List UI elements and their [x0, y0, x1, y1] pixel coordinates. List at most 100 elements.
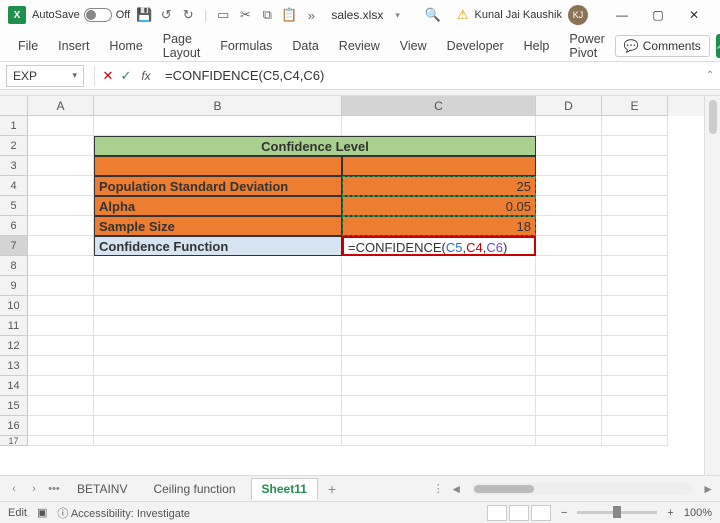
sheet-more-icon[interactable]: ••• — [46, 483, 62, 495]
col-header-a[interactable]: A — [28, 96, 94, 116]
tab-view[interactable]: View — [390, 33, 437, 59]
col-header-b[interactable]: B — [94, 96, 342, 116]
touch-icon[interactable]: ▭ — [215, 7, 231, 23]
cancel-icon[interactable]: ✕ — [99, 68, 117, 84]
cell-c4[interactable]: 25 — [342, 176, 536, 196]
copy-icon[interactable]: ⧉ — [259, 7, 275, 23]
cell-b6[interactable]: Sample Size — [94, 216, 342, 236]
row-header[interactable]: 13 — [0, 356, 28, 376]
spreadsheet-grid[interactable]: A B C D E 1 2 Confidence Level 3 4 Populat… — [0, 96, 704, 475]
cell[interactable] — [342, 156, 536, 176]
zoom-level[interactable]: 100% — [684, 507, 712, 519]
row-header[interactable]: 14 — [0, 376, 28, 396]
cell-c6[interactable]: 18 — [342, 216, 536, 236]
row-header[interactable]: 10 — [0, 296, 28, 316]
row-header[interactable]: 2 — [0, 136, 28, 156]
sheet-prev-icon[interactable]: ‹ — [6, 483, 22, 495]
sheet-tab[interactable]: Ceiling function — [142, 478, 246, 500]
row-header[interactable]: 5 — [0, 196, 28, 216]
tab-home[interactable]: Home — [99, 33, 152, 59]
row-header[interactable]: 6 — [0, 216, 28, 236]
warning-icon: ⚠ — [457, 7, 469, 23]
formula-input[interactable]: =CONFIDENCE(C5,C4,C6) — [157, 68, 700, 83]
save-icon[interactable]: 💾 — [136, 7, 152, 23]
sheet-next-icon[interactable]: › — [26, 483, 42, 495]
cell-c7-editing[interactable]: =CONFIDENCE(C5,C4,C6) — [342, 236, 536, 256]
search-icon[interactable]: 🔍 — [425, 7, 441, 23]
fx-icon[interactable]: fx — [135, 69, 157, 83]
normal-view-button[interactable] — [487, 505, 507, 521]
row-header[interactable]: 3 — [0, 156, 28, 176]
row-header[interactable]: 17 — [0, 436, 28, 446]
cell-b5[interactable]: Alpha — [94, 196, 342, 216]
row-header[interactable]: 12 — [0, 336, 28, 356]
user-name: Kunal Jai Kaushik — [475, 9, 562, 21]
cell-b4[interactable]: Population Standard Deviation — [94, 176, 342, 196]
tab-file[interactable]: File — [8, 33, 48, 59]
row-header[interactable]: 8 — [0, 256, 28, 276]
comment-icon: 💬 — [624, 39, 639, 53]
row-header[interactable]: 7 — [0, 236, 28, 256]
zoom-slider[interactable] — [577, 511, 657, 514]
excel-icon: X — [8, 6, 26, 24]
qat-more-icon[interactable]: » — [303, 7, 319, 23]
sheet-menu-icon[interactable]: ⋮ — [430, 482, 446, 495]
ribbon-tabs: File Insert Home Page Layout Formulas Da… — [0, 30, 720, 62]
tab-page-layout[interactable]: Page Layout — [153, 26, 211, 66]
hscroll-left-icon[interactable]: ◄ — [450, 482, 462, 496]
toggle-icon[interactable] — [84, 8, 112, 22]
enter-icon[interactable]: ✓ — [117, 68, 135, 84]
tab-review[interactable]: Review — [329, 33, 390, 59]
cut-icon[interactable]: ✂ — [237, 7, 253, 23]
cell-b7[interactable]: Confidence Function — [94, 236, 342, 256]
col-header-d[interactable]: D — [536, 96, 602, 116]
add-sheet-icon[interactable]: + — [322, 481, 342, 497]
row-header[interactable]: 11 — [0, 316, 28, 336]
paste-icon[interactable]: 📋 — [281, 7, 297, 23]
autosave-toggle[interactable]: AutoSave Off — [32, 8, 130, 22]
row-header[interactable]: 16 — [0, 416, 28, 436]
autosave-state: Off — [116, 9, 130, 21]
cell[interactable] — [94, 156, 342, 176]
redo-icon[interactable]: ↻ — [180, 7, 196, 23]
select-all-corner[interactable] — [0, 96, 28, 116]
vertical-scrollbar[interactable] — [704, 96, 720, 475]
undo-icon[interactable]: ↺ — [158, 7, 174, 23]
sheet-tab[interactable]: BETAINV — [66, 478, 138, 500]
user-account[interactable]: ⚠ Kunal Jai Kaushik KJ — [457, 5, 588, 25]
avatar: KJ — [568, 5, 588, 25]
row-header[interactable]: 9 — [0, 276, 28, 296]
cell-c5[interactable]: 0.05 — [342, 196, 536, 216]
hscroll-right-icon[interactable]: ► — [702, 482, 714, 496]
page-break-button[interactable] — [531, 505, 551, 521]
tab-data[interactable]: Data — [282, 33, 328, 59]
share-button[interactable]: ↗ — [716, 34, 720, 58]
sheet-tab-active[interactable]: Sheet11 — [251, 478, 318, 500]
tab-power-pivot[interactable]: Power Pivot — [559, 26, 614, 66]
filename[interactable]: sales.xlsx — [331, 8, 383, 22]
tab-formulas[interactable]: Formulas — [210, 33, 282, 59]
macro-icon[interactable]: ▣ — [37, 506, 47, 519]
zoom-in-icon[interactable]: + — [667, 507, 673, 519]
row-header[interactable]: 15 — [0, 396, 28, 416]
chevron-down-icon[interactable]: ▾ — [72, 70, 77, 81]
horizontal-scrollbar[interactable] — [472, 483, 692, 495]
close-button[interactable]: ✕ — [676, 1, 712, 29]
row-header[interactable]: 1 — [0, 116, 28, 136]
tab-insert[interactable]: Insert — [48, 33, 99, 59]
zoom-out-icon[interactable]: − — [561, 507, 567, 519]
expand-formula-icon[interactable]: ⌃ — [700, 70, 720, 81]
comments-button[interactable]: 💬 Comments — [615, 35, 710, 57]
page-layout-button[interactable] — [509, 505, 529, 521]
tab-help[interactable]: Help — [514, 33, 560, 59]
filename-dropdown-icon[interactable]: ▾ — [395, 10, 400, 21]
accessibility-status[interactable]: ⓘ Accessibility: Investigate — [57, 505, 190, 521]
row-header[interactable]: 4 — [0, 176, 28, 196]
tab-developer[interactable]: Developer — [437, 33, 514, 59]
maximize-button[interactable]: ▢ — [640, 1, 676, 29]
view-buttons — [487, 505, 551, 521]
col-header-e[interactable]: E — [602, 96, 668, 116]
col-header-c[interactable]: C — [342, 96, 536, 116]
cell-title[interactable]: Confidence Level — [94, 136, 536, 156]
name-box[interactable]: EXP ▾ — [6, 65, 84, 87]
